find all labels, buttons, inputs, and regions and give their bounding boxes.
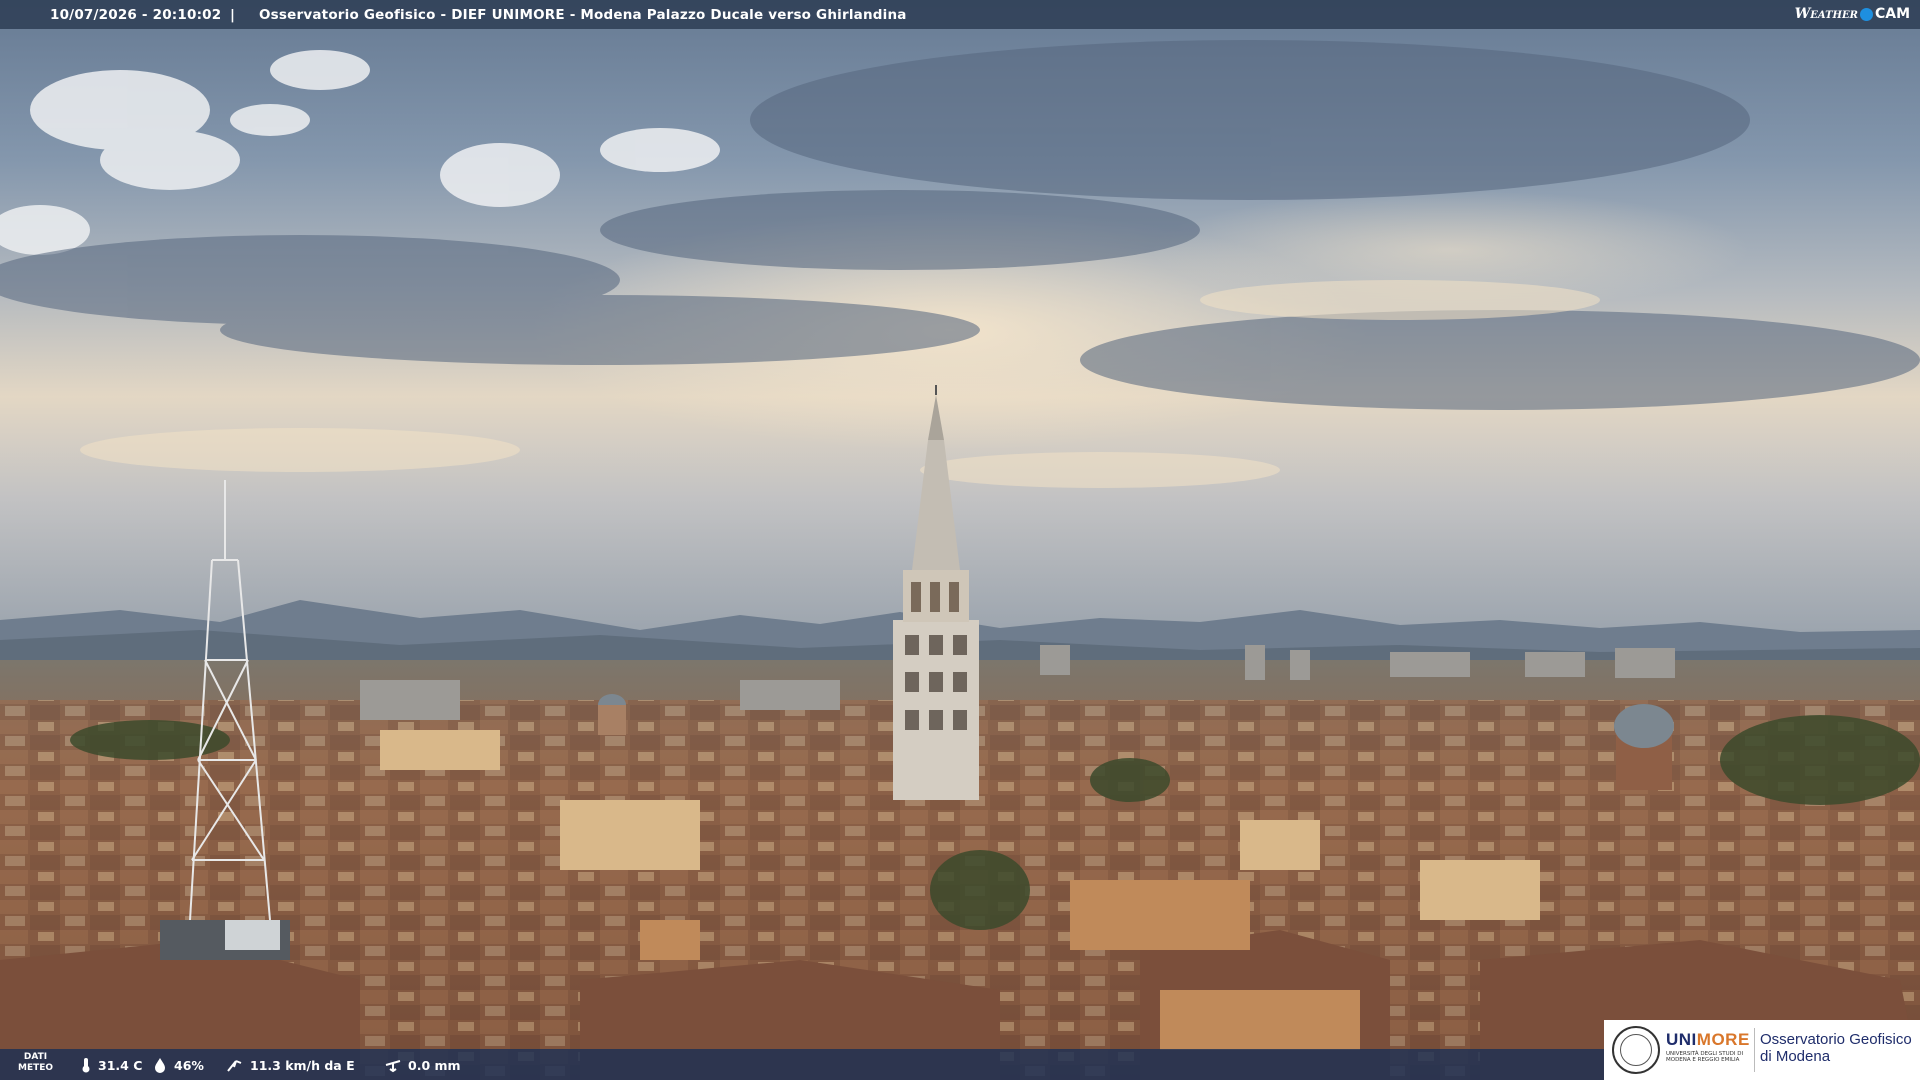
- meteo-label: DATI METEO: [18, 1052, 53, 1074]
- unimore-uni: UNI: [1666, 1030, 1697, 1049]
- university-line2: MODENA E REGGIO EMILIA: [1666, 1057, 1740, 1063]
- camera-dot-icon: [1859, 7, 1873, 21]
- weathercam-logo[interactable]: Weather CAM: [1795, 4, 1910, 24]
- humidity-value: 46%: [174, 1057, 204, 1073]
- temperature-metric: 31.4 C: [80, 1057, 142, 1073]
- rain-value: 0.0 mm: [408, 1057, 461, 1073]
- university-name: UNIVERSITÀ DEGLI STUDI DI MODENA E REGGI…: [1666, 1051, 1756, 1063]
- observatory-name: Osservatorio Geofisico di Modena: [1760, 1031, 1912, 1065]
- unimore-logo-panel: UNIMORE UNIVERSITÀ DEGLI STUDI DI MODENA…: [1604, 1020, 1920, 1080]
- humidity-metric: 46%: [152, 1057, 204, 1073]
- wind-value: 11.3 km/h da E: [250, 1057, 355, 1073]
- separator: |: [230, 7, 235, 23]
- unimore-wordmark: UNIMORE: [1666, 1030, 1750, 1050]
- top-info-bar: 10/07/2026 - 20:10:02 | Osservatorio Geo…: [0, 0, 1920, 29]
- wind-metric: 11.3 km/h da E: [226, 1057, 355, 1073]
- timestamp: 10/07/2026 - 20:10:02: [50, 7, 222, 23]
- webcam-scene: [0, 0, 1920, 1080]
- temperature-value: 31.4 C: [98, 1057, 143, 1073]
- rain-gauge-icon: [385, 1060, 401, 1073]
- meteo-label-line2: METEO: [18, 1063, 54, 1073]
- university-seal-icon: [1612, 1026, 1660, 1074]
- rain-metric: 0.0 mm: [384, 1057, 461, 1073]
- wind-icon: [227, 1060, 242, 1072]
- brand-weather-text: Weather: [1794, 6, 1858, 22]
- observatory-line2: di Modena: [1760, 1048, 1831, 1065]
- brand-cam-text: CAM: [1874, 6, 1910, 22]
- logo-divider: [1754, 1028, 1755, 1072]
- meteo-label-line1: DATI: [23, 1052, 48, 1062]
- humidity-drop-icon: [155, 1058, 165, 1073]
- camera-location: Osservatorio Geofisico - DIEF UNIMORE - …: [259, 7, 907, 23]
- thermometer-icon: [82, 1058, 90, 1073]
- observatory-line1: Osservatorio Geofisico: [1760, 1031, 1912, 1048]
- unimore-more: MORE: [1696, 1030, 1750, 1049]
